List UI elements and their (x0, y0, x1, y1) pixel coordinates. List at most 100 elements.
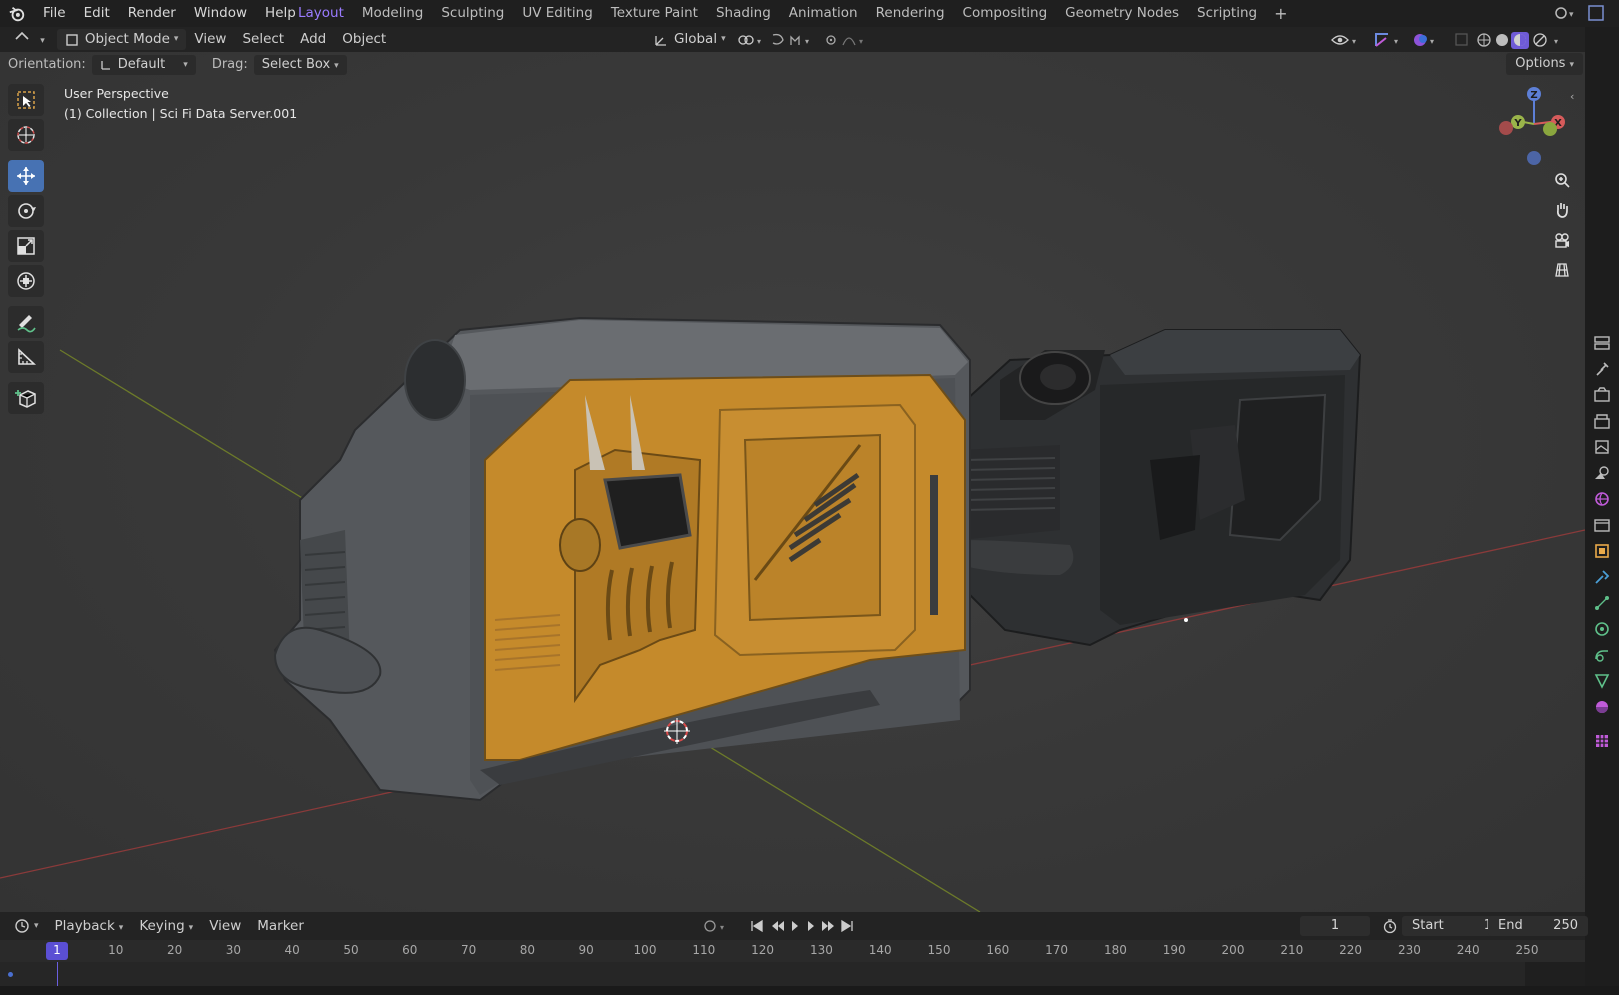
texture-tab-icon[interactable] (1592, 731, 1612, 751)
particles-tab-icon[interactable] (1592, 593, 1612, 613)
scene-tab-icon[interactable] (1592, 463, 1612, 483)
ruler-tick-label: 120 (751, 943, 775, 957)
world-tab-icon[interactable] (1592, 489, 1612, 509)
viewport-shading-controls[interactable]: ▾ ▾ ▾ ▾ (1330, 30, 1575, 50)
zoom-button[interactable] (1549, 167, 1575, 193)
tab-texture-paint[interactable]: Texture Paint (602, 0, 707, 27)
drag-setting-dropdown[interactable]: Select Box ▾ (253, 54, 347, 75)
collection-tab-icon[interactable] (1592, 515, 1612, 535)
measure-tool[interactable] (8, 341, 44, 373)
menu-view[interactable]: View (186, 29, 234, 50)
pan-button[interactable] (1549, 197, 1575, 223)
tab-compositing[interactable]: Compositing (954, 0, 1057, 27)
pivot-snap-proportional-icons[interactable]: ▾ ▾ ▾ (735, 31, 875, 49)
jump-start-icon[interactable] (751, 919, 763, 933)
mode-selector[interactable]: Object Mode ▾ (56, 29, 187, 50)
scene-selector-icon[interactable]: ▾ (1553, 2, 1611, 24)
material-tab-icon[interactable] (1592, 697, 1612, 717)
orientation-setting-value: Default (117, 56, 166, 72)
playback-controls[interactable]: ▾ (696, 917, 866, 935)
orientation-setting-dropdown[interactable]: Default ▾ (91, 54, 196, 75)
cursor-tool[interactable] (8, 119, 44, 151)
tab-geometry-nodes[interactable]: Geometry Nodes (1056, 0, 1188, 27)
next-keyframe-icon[interactable] (822, 921, 834, 931)
add-workspace-button[interactable]: + (1266, 0, 1295, 27)
svg-text:▾: ▾ (720, 923, 724, 932)
blender-logo-icon[interactable] (8, 5, 26, 23)
modifier-tab-icon[interactable] (1592, 567, 1612, 587)
ortho-toggle-button[interactable] (1549, 257, 1575, 283)
ruler-tick-label: 140 (868, 943, 892, 957)
transform-orientation-dropdown[interactable]: Global ▾ (646, 29, 734, 50)
data-tab-icon[interactable] (1592, 671, 1612, 691)
tab-scripting[interactable]: Scripting (1188, 0, 1266, 27)
menu-window[interactable]: Window (185, 0, 256, 27)
prev-keyframe-icon[interactable] (772, 921, 784, 931)
gizmo-z-label: Z (1530, 90, 1537, 101)
wrench-tab-icon[interactable] (1592, 359, 1612, 379)
ruler-tick-label: 250 (1515, 943, 1539, 957)
preview-range-icon[interactable] (1382, 918, 1398, 934)
jump-end-icon[interactable] (841, 919, 853, 933)
tab-uv-editing[interactable]: UV Editing (513, 0, 601, 27)
menu-edit[interactable]: Edit (75, 0, 119, 27)
3d-viewport[interactable] (0, 52, 1585, 912)
add-cube-tool[interactable] (8, 382, 44, 414)
sidebar-toggle-icon[interactable]: ‹ (1570, 90, 1574, 103)
tool-tab-icon[interactable] (1592, 333, 1612, 353)
keying-label: Keying (139, 917, 185, 934)
tab-sculpting[interactable]: Sculpting (432, 0, 513, 27)
scale-tool[interactable] (8, 230, 44, 262)
tab-rendering[interactable]: Rendering (867, 0, 954, 27)
navigation-gizmo[interactable]: Z Y X (1488, 82, 1568, 172)
ruler-tick-label: 170 (1045, 943, 1069, 957)
tab-modeling[interactable]: Modeling (353, 0, 432, 27)
orientation-setting-label: Orientation: (8, 57, 86, 72)
timeline-menu-playback[interactable]: Playback ▾ (47, 916, 132, 937)
timeline-ruler[interactable]: 1 10 20 30 40 50 60 70 80 90 100 110 120 130 140 150 160… (0, 940, 1585, 962)
tab-animation[interactable]: Animation (780, 0, 867, 27)
timeline-track[interactable] (0, 962, 1585, 986)
timeline-menu-marker[interactable]: Marker (249, 916, 312, 937)
timeline-editor-type-button[interactable]: ▾ (6, 916, 47, 937)
annotate-tool[interactable] (8, 306, 44, 338)
sci-fi-server-orange[interactable] (273, 316, 971, 802)
menu-object[interactable]: Object (334, 29, 394, 50)
rotate-tool[interactable] (8, 195, 44, 227)
move-tool[interactable] (8, 160, 44, 192)
output-tab-icon[interactable] (1592, 411, 1612, 431)
gizmo-neg-y-axis[interactable] (1543, 122, 1557, 136)
render-tab-icon[interactable] (1592, 385, 1612, 405)
svg-text:▾: ▾ (1352, 37, 1356, 46)
start-frame-field[interactable]: Start 1 (1402, 916, 1502, 936)
constraints-tab-icon[interactable] (1592, 645, 1612, 665)
object-tab-icon[interactable] (1592, 541, 1612, 561)
end-frame-field[interactable]: End 250 (1488, 916, 1588, 936)
top-menu-bar: File Edit Render Window Help Layout Mode… (0, 0, 1619, 27)
menu-select[interactable]: Select (234, 29, 292, 50)
editor-type-button[interactable]: ▾ (6, 29, 53, 50)
menu-file[interactable]: File (34, 0, 75, 27)
physics-tab-icon[interactable] (1592, 619, 1612, 639)
tab-layout[interactable]: Layout (289, 0, 353, 27)
select-box-tool[interactable] (8, 84, 44, 116)
gizmo-neg-x-axis[interactable] (1499, 121, 1513, 135)
drag-setting-value: Select Box (261, 56, 331, 72)
sci-fi-server-dark[interactable] (954, 329, 1362, 647)
menu-add[interactable]: Add (292, 29, 334, 50)
play-icon[interactable] (808, 921, 814, 931)
gizmo-neg-z-axis[interactable] (1527, 151, 1541, 165)
view-layer-tab-icon[interactable] (1592, 437, 1612, 457)
play-reverse-icon[interactable] (792, 921, 798, 931)
measure-icon (18, 348, 37, 365)
timeline-menu-keying[interactable]: Keying ▾ (131, 916, 201, 937)
current-frame-field[interactable]: 1 (1300, 916, 1370, 936)
timeline-menu-view[interactable]: View (201, 916, 249, 937)
tab-shading[interactable]: Shading (707, 0, 780, 27)
camera-view-button[interactable] (1549, 227, 1575, 253)
record-icon[interactable] (704, 920, 716, 932)
ruler-tick-label: 40 (284, 943, 300, 957)
options-dropdown[interactable]: Options ▾ (1506, 53, 1583, 75)
menu-render[interactable]: Render (119, 0, 185, 27)
transform-tool[interactable] (8, 265, 44, 297)
